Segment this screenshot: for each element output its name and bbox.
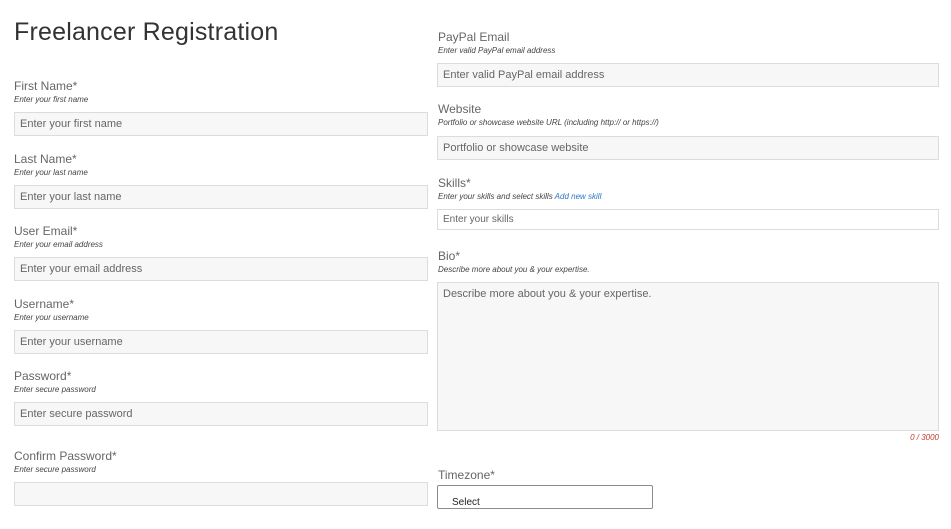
user-email-hint: Enter your email address: [14, 240, 103, 249]
website-label: Website: [438, 102, 482, 116]
user-email-label: User Email*: [14, 224, 78, 238]
password-label-group: Password* Enter secure password: [14, 369, 96, 395]
paypal-email-input[interactable]: Enter valid PayPal email address: [437, 63, 939, 87]
skills-label-group: Skills* Enter your skills and select ski…: [438, 176, 601, 202]
first-name-label-group: First Name* Enter your first name: [14, 79, 88, 105]
website-hint: Portfolio or showcase website URL (inclu…: [438, 118, 659, 127]
timezone-label-group: Timezone*: [438, 468, 495, 482]
paypal-email-label: PayPal Email: [438, 30, 510, 44]
first-name-hint: Enter your first name: [14, 95, 89, 104]
last-name-input[interactable]: Enter your last name: [14, 185, 428, 209]
confirm-password-input[interactable]: [14, 482, 428, 506]
bio-character-counter: 0 / 3000: [910, 433, 939, 442]
bio-label: Bio*: [438, 249, 461, 263]
first-name-label: First Name*: [14, 79, 78, 93]
password-label: Password*: [14, 369, 72, 383]
confirm-password-hint: Enter secure password: [14, 465, 96, 474]
email-label-group: User Email* Enter your email address: [14, 224, 103, 250]
username-label: Username*: [14, 297, 75, 311]
password-hint: Enter secure password: [14, 385, 96, 394]
username-input[interactable]: Enter your username: [14, 330, 428, 354]
user-email-input[interactable]: Enter your email address: [14, 257, 428, 281]
last-name-hint: Enter your last name: [14, 168, 88, 177]
bio-label-group: Bio* Describe more about you & your expe…: [438, 249, 590, 275]
skills-input[interactable]: Enter your skills: [437, 209, 939, 230]
timezone-select[interactable]: Select: [437, 485, 653, 509]
skills-hint: Enter your skills and select skills Add …: [438, 192, 601, 202]
website-input[interactable]: Portfolio or showcase website: [437, 136, 939, 160]
last-name-label: Last Name*: [14, 152, 77, 166]
paypal-label-group: PayPal Email Enter valid PayPal email ad…: [438, 30, 555, 56]
last-name-label-group: Last Name* Enter your last name: [14, 152, 88, 178]
confirm-password-label-group: Confirm Password* Enter secure password: [14, 449, 117, 475]
page-title: Freelancer Registration: [14, 18, 279, 46]
confirm-password-label: Confirm Password*: [14, 449, 117, 463]
password-input[interactable]: Enter secure password: [14, 402, 428, 426]
bio-hint: Describe more about you & your expertise…: [438, 265, 590, 274]
skills-hint-text: Enter your skills and select skills: [438, 192, 553, 201]
website-label-group: Website Portfolio or showcase website UR…: [438, 102, 659, 128]
username-label-group: Username* Enter your username: [14, 297, 89, 323]
paypal-email-hint: Enter valid PayPal email address: [438, 46, 556, 55]
add-new-skill-link[interactable]: Add new skill: [555, 192, 602, 201]
timezone-label: Timezone*: [438, 468, 495, 482]
username-hint: Enter your username: [14, 313, 89, 322]
bio-textarea[interactable]: Describe more about you & your expertise…: [437, 282, 939, 431]
skills-label: Skills*: [438, 176, 471, 190]
first-name-input[interactable]: Enter your first name: [14, 112, 428, 136]
